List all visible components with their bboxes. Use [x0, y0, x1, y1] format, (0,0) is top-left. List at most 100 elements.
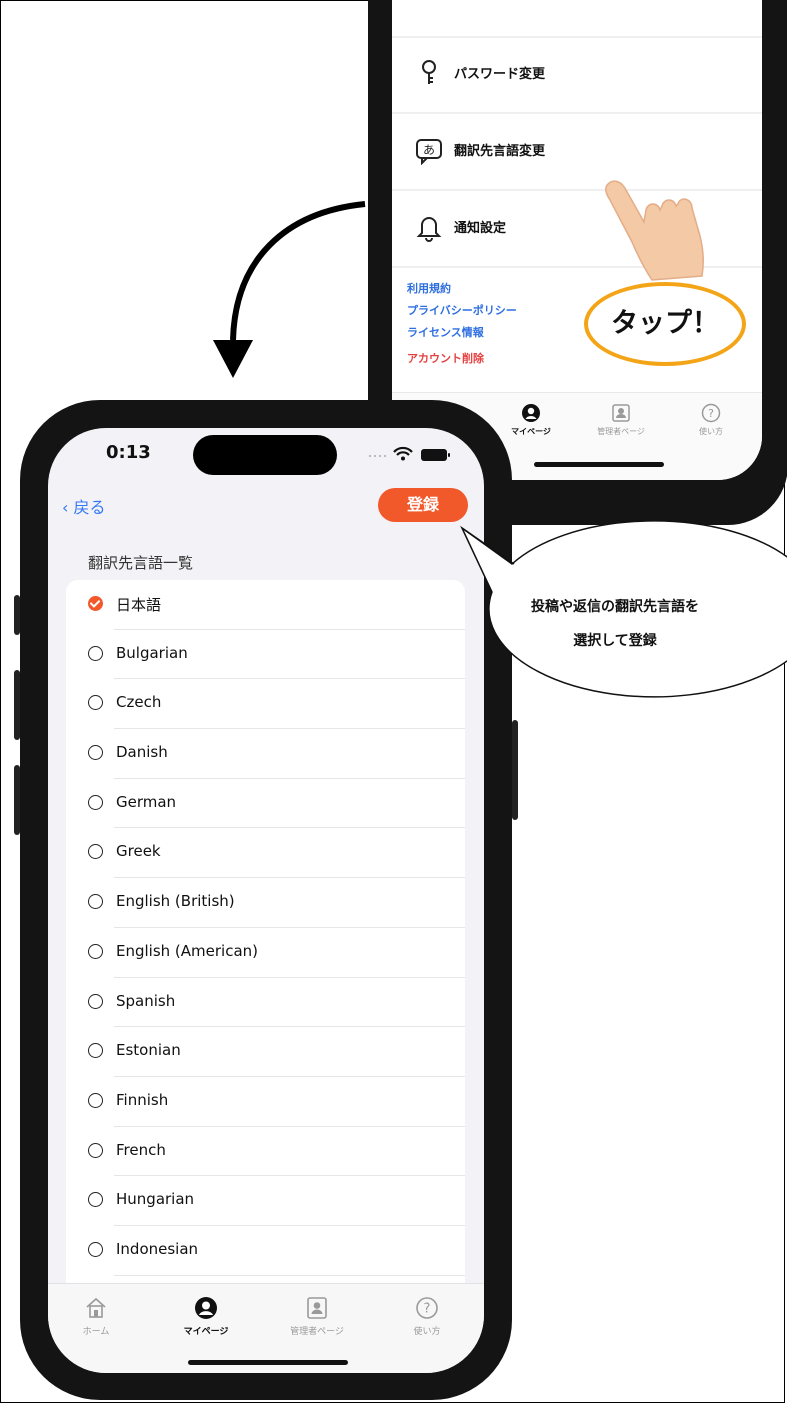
privacy-link[interactable]: プライバシーポリシー	[407, 300, 517, 322]
tab-mypage[interactable]: マイページ	[161, 1296, 251, 1337]
radio-unchecked-icon[interactable]	[88, 1142, 103, 1158]
tab-label: 管理者ページ	[597, 427, 645, 436]
section-title: 翻訳先言語一覧	[88, 554, 194, 572]
radio-unchecked-icon[interactable]	[88, 1241, 103, 1257]
battery-icon	[421, 449, 450, 461]
tab-help[interactable]: ? 使い方	[676, 403, 746, 437]
terms-link[interactable]: 利用規約	[407, 278, 517, 300]
language-row[interactable]: 日本語	[66, 580, 465, 630]
settings-row-label: 通知設定	[454, 221, 507, 236]
back-label: 戻る	[73, 498, 106, 517]
language-row[interactable]: Finnish	[66, 1077, 465, 1127]
speech-bubble-text: 投稿や返信の翻訳先言語を 選択して登録	[470, 590, 760, 658]
volume-up-button	[14, 670, 20, 740]
radio-unchecked-icon[interactable]	[88, 1192, 103, 1208]
chevron-left-icon: ‹	[62, 498, 74, 517]
tab-admin[interactable]: 管理者ページ	[586, 403, 656, 437]
language-name: Bulgarian	[116, 643, 188, 662]
tab-label: 管理者ページ	[290, 1327, 344, 1337]
language-name: English (British)	[116, 892, 235, 911]
language-row[interactable]: Bulgarian	[66, 630, 465, 680]
tab-admin[interactable]: 管理者ページ	[272, 1296, 362, 1337]
admin-icon	[612, 404, 630, 422]
language-name: German	[116, 792, 177, 811]
status-time: 0:13	[106, 442, 151, 463]
home-icon	[86, 1297, 106, 1318]
svg-text:?: ?	[708, 407, 714, 420]
license-link[interactable]: ライセンス情報	[407, 322, 517, 344]
power-button	[512, 720, 518, 820]
language-row[interactable]: English (American)	[66, 928, 465, 978]
language-row[interactable]: German	[66, 779, 465, 829]
tab-label: マイページ	[183, 1327, 229, 1337]
language-row[interactable]: Estonian	[66, 1027, 465, 1077]
volume-down-button	[14, 765, 20, 835]
tab-mypage[interactable]: マイページ	[496, 403, 566, 437]
settings-row-label: 翻訳先言語変更	[454, 144, 546, 159]
bell-icon	[416, 217, 442, 242]
language-name: Danish	[116, 743, 168, 762]
language-name: Indonesian	[116, 1239, 199, 1258]
person-icon	[522, 404, 540, 422]
language-row[interactable]: Czech	[66, 679, 465, 730]
tap-callout: タップ！	[584, 282, 746, 366]
language-name: French	[116, 1140, 166, 1159]
language-name: Finnish	[116, 1090, 169, 1109]
language-row[interactable]: Hungarian	[66, 1176, 465, 1226]
settings-row-password[interactable]: パスワード変更	[392, 36, 762, 114]
radio-unchecked-icon[interactable]	[88, 1092, 103, 1108]
settings-row-partial	[392, 0, 762, 38]
mute-switch	[14, 595, 20, 635]
home-indicator	[534, 462, 664, 467]
radio-unchecked-icon[interactable]	[88, 695, 103, 711]
language-row[interactable]: Greek	[66, 828, 465, 879]
help-icon: ?	[416, 1297, 438, 1319]
register-button[interactable]: 登録	[378, 488, 468, 522]
language-row[interactable]: Indonesian	[66, 1226, 465, 1276]
language-name: English (American)	[116, 941, 259, 960]
tab-help[interactable]: ? 使い方	[382, 1296, 472, 1337]
signal-icon	[369, 455, 386, 457]
admin-icon	[307, 1297, 327, 1319]
tab-label: 使い方	[413, 1327, 441, 1337]
back-button[interactable]: ‹ 戻る	[62, 494, 106, 518]
radio-checked-icon[interactable]	[88, 596, 103, 611]
tab-label: 使い方	[699, 427, 723, 436]
wifi-icon	[393, 446, 413, 461]
radio-unchecked-icon[interactable]	[88, 993, 103, 1009]
radio-unchecked-icon[interactable]	[88, 794, 103, 810]
row-separator	[114, 1274, 465, 1276]
radio-unchecked-icon[interactable]	[88, 1043, 103, 1059]
language-name: Estonian	[116, 1041, 181, 1060]
radio-unchecked-icon[interactable]	[88, 894, 103, 910]
translate-icon: あ	[416, 139, 442, 165]
home-indicator	[188, 1360, 348, 1365]
language-phone: 0:13 ‹ 戻る 登録 翻訳先言語一覧 日本語 Bulgarian Czech Da…	[14, 400, 518, 1400]
curved-arrow-icon	[213, 201, 366, 378]
callout-line-2: 選択して登録	[573, 633, 657, 649]
legal-links: 利用規約 プライバシーポリシー ライセンス情報	[407, 278, 517, 344]
language-name: Greek	[116, 842, 161, 861]
person-icon	[195, 1297, 217, 1319]
language-name: Czech	[116, 693, 162, 712]
language-name: 日本語	[116, 596, 162, 614]
help-icon: ?	[701, 403, 721, 423]
radio-unchecked-icon[interactable]	[88, 745, 103, 761]
key-icon	[422, 60, 436, 84]
settings-row-label: パスワード変更	[454, 67, 546, 82]
pointing-hand-icon	[605, 180, 705, 281]
delete-account-link[interactable]: アカウント削除	[407, 350, 484, 366]
language-row[interactable]: Spanish	[66, 978, 465, 1028]
radio-unchecked-icon[interactable]	[88, 943, 103, 959]
svg-text:あ: あ	[423, 143, 435, 157]
language-list: 日本語 Bulgarian Czech Danish German Greek Englis…	[66, 580, 465, 1330]
radio-unchecked-icon[interactable]	[88, 645, 103, 661]
tab-label: マイページ	[511, 427, 551, 436]
radio-unchecked-icon[interactable]	[88, 844, 103, 860]
language-row[interactable]: Danish	[66, 729, 465, 779]
language-row[interactable]: English (British)	[66, 878, 465, 928]
tab-home[interactable]: ホーム	[51, 1296, 141, 1337]
language-row[interactable]: French	[66, 1127, 465, 1177]
status-icons	[369, 446, 450, 461]
dynamic-island	[193, 435, 337, 475]
